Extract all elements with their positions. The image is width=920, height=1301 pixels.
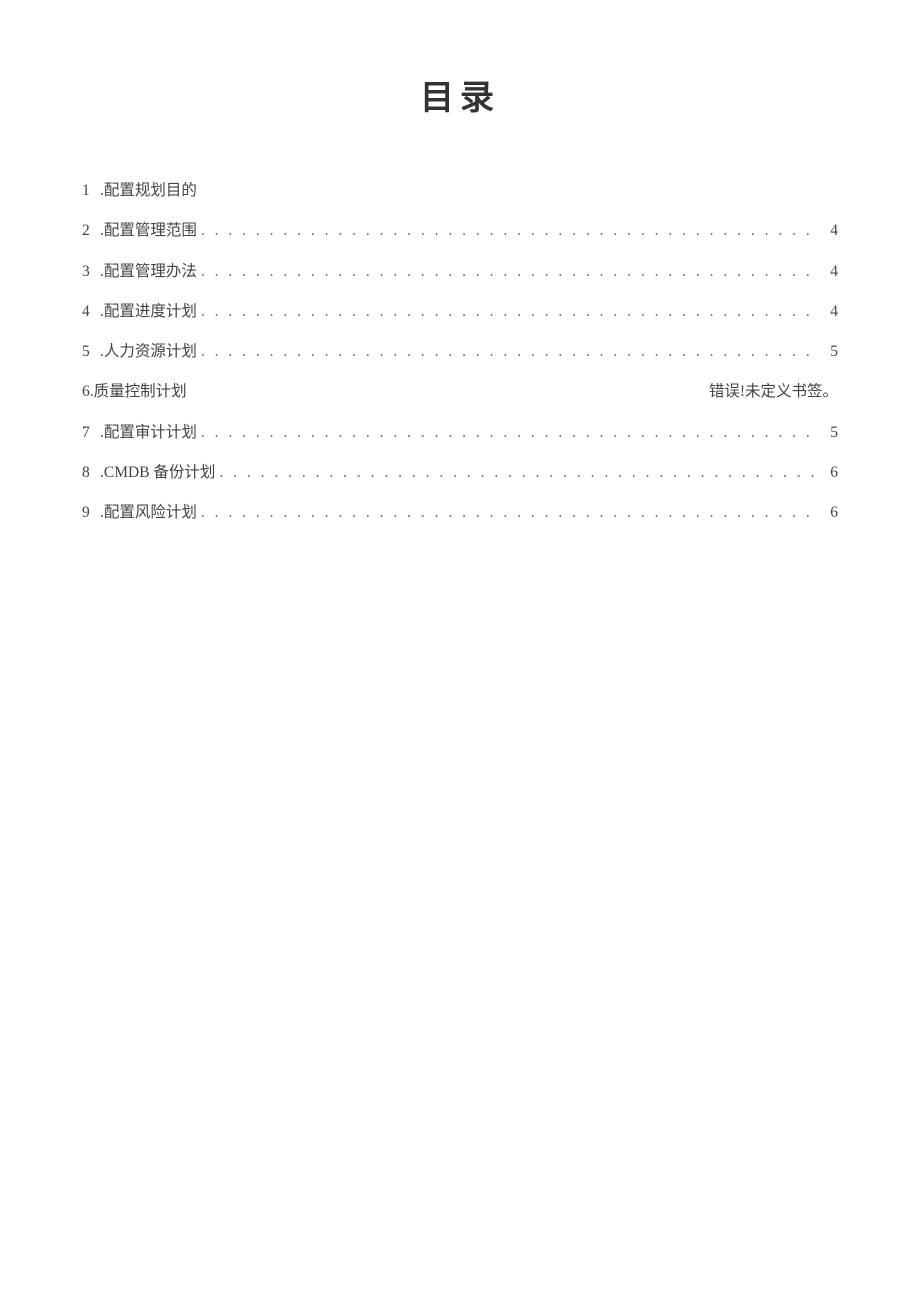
toc-label: .CMDB 备份计划 [100, 461, 215, 484]
toc-entry: 3 .配置管理办法 4 [82, 260, 838, 283]
toc-label: .配置管理办法 [100, 260, 197, 283]
toc-entry: 7 .配置审计计划 5 [82, 421, 838, 444]
toc-entry: 1 .配置规划目的 [82, 179, 838, 202]
toc-number: 4 [82, 300, 100, 323]
toc-leader-dots [201, 340, 820, 363]
toc-number: 9 [82, 501, 100, 524]
toc-label: .配置进度计划 [100, 300, 197, 323]
toc-entry: 6. 质量控制计划 错误!未定义书签。 [82, 380, 838, 403]
toc-page-number: 4 [824, 260, 838, 283]
toc-error-text: 错误!未定义书签。 [709, 380, 838, 403]
toc-entry: 5 .人力资源计划 5 [82, 340, 838, 363]
toc-leader-dots [201, 300, 820, 323]
toc-page-number: 6 [824, 461, 838, 484]
toc-label: .配置规划目的 [100, 179, 197, 202]
toc-page-number: 5 [824, 421, 838, 444]
toc-entry: 9 .配置风险计划 6 [82, 501, 838, 524]
toc-page-number: 4 [824, 219, 838, 242]
toc-leader-dots [201, 219, 820, 242]
toc-number: 7 [82, 421, 100, 444]
toc-page-number: 5 [824, 340, 838, 363]
toc-number: 6. [82, 380, 94, 403]
toc-label: .人力资源计划 [100, 340, 197, 363]
toc-leader-dots [201, 501, 820, 524]
page-title: 目录 [82, 70, 838, 119]
toc-label: .配置审计计划 [100, 421, 197, 444]
toc-leader-dots [201, 260, 820, 283]
toc-label: .配置管理范围 [100, 219, 197, 242]
toc-page-number: 4 [824, 300, 838, 323]
table-of-contents: 1 .配置规划目的 2 .配置管理范围 4 3 .配置管理办法 4 4 .配置进… [82, 179, 838, 524]
toc-number: 8 [82, 461, 100, 484]
toc-number: 3 [82, 260, 100, 283]
toc-number: 5 [82, 340, 100, 363]
toc-label: .配置风险计划 [100, 501, 197, 524]
toc-entry: 2 .配置管理范围 4 [82, 219, 838, 242]
toc-label: 质量控制计划 [94, 380, 187, 403]
toc-entry: 4 .配置进度计划 4 [82, 300, 838, 323]
toc-leader-dots [201, 421, 820, 444]
toc-leader-dots [219, 461, 820, 484]
toc-entry: 8 .CMDB 备份计划 6 [82, 461, 838, 484]
toc-number: 2 [82, 219, 100, 242]
toc-number: 1 [82, 179, 100, 202]
toc-page-number: 6 [824, 501, 838, 524]
